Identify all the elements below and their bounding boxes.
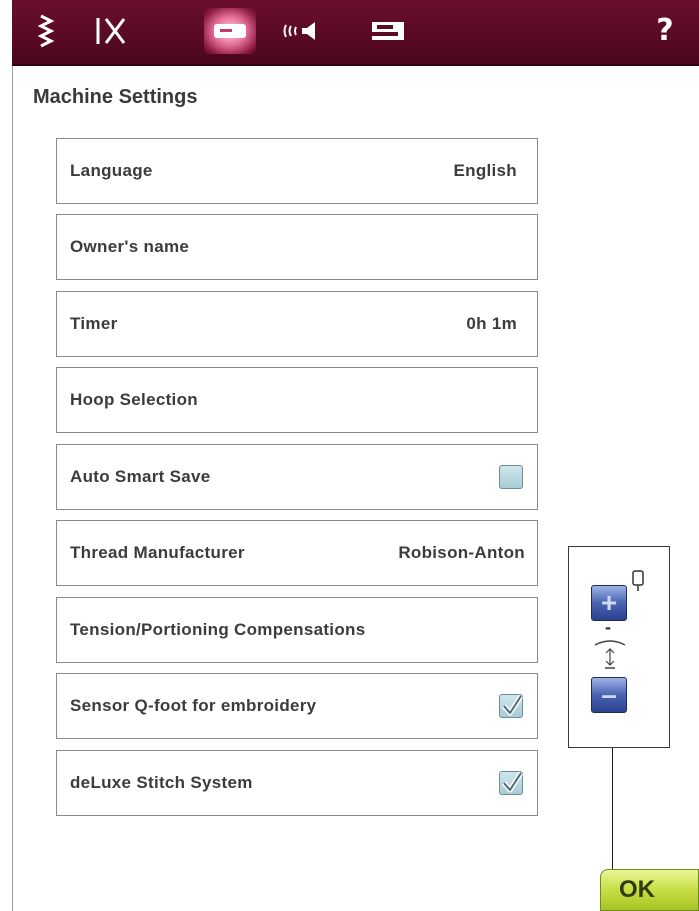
help-button[interactable]: ? — [645, 6, 685, 56]
setting-label: Thread Manufacturer — [70, 543, 245, 562]
setting-owners-name[interactable]: Owner's name — [56, 214, 538, 280]
setting-label: Timer — [70, 314, 118, 333]
checkmark-icon — [502, 771, 523, 793]
setting-timer[interactable]: Timer 0h 1m — [56, 291, 538, 357]
presser-foot-panel: + - – — [568, 546, 670, 748]
setting-label: Tension/Portioning Compensations — [70, 620, 366, 639]
auto-smart-save-checkbox[interactable] — [499, 465, 523, 489]
setting-value: 0h 1m — [466, 314, 517, 333]
setting-tension-compensations[interactable]: Tension/Portioning Compensations — [56, 597, 538, 663]
top-toolbar: ? — [12, 0, 699, 66]
page-title: Machine Settings — [33, 86, 198, 108]
setting-label: deLuxe Stitch System — [70, 773, 253, 792]
minus-icon: – — [601, 679, 617, 710]
machine-info-icon[interactable] — [362, 8, 414, 54]
connector-line — [612, 748, 613, 878]
setting-value: Robison-Anton — [398, 543, 525, 562]
setting-auto-smart-save[interactable]: Auto Smart Save — [56, 444, 538, 510]
setting-deluxe-stitch-system[interactable]: deLuxe Stitch System — [56, 750, 538, 816]
threading-scissors-icon[interactable] — [84, 8, 136, 54]
setting-label: Sensor Q-foot for embroidery — [70, 696, 317, 715]
deluxe-stitch-checkbox[interactable] — [499, 771, 523, 795]
plus-icon: + — [600, 587, 618, 618]
presser-foot-down-button[interactable]: – — [591, 677, 627, 713]
sound-settings-icon[interactable] — [276, 8, 328, 54]
machine-settings-icon[interactable] — [204, 8, 256, 54]
ok-label: OK — [619, 876, 655, 903]
setting-label: Owner's name — [70, 237, 190, 256]
setting-label: Hoop Selection — [70, 390, 198, 409]
setting-language[interactable]: Language English — [56, 138, 538, 204]
presser-foot-up-button[interactable]: + — [591, 585, 627, 621]
sensor-q-foot-checkbox[interactable] — [499, 694, 523, 718]
setting-value: English — [453, 161, 517, 180]
setting-sensor-q-foot[interactable]: Sensor Q-foot for embroidery — [56, 673, 538, 739]
ok-button[interactable]: OK — [600, 869, 699, 911]
foot-lift-icon — [632, 570, 644, 591]
checkmark-icon — [502, 694, 523, 716]
presser-foot-height-icon — [594, 640, 626, 669]
stitch-zigzag-icon[interactable] — [20, 8, 72, 54]
setting-thread-manufacturer[interactable]: Thread Manufacturer Robison-Anton — [56, 520, 538, 586]
setting-hoop-selection[interactable]: Hoop Selection — [56, 367, 538, 433]
setting-label: Auto Smart Save — [70, 467, 211, 486]
setting-label: Language — [70, 161, 153, 180]
